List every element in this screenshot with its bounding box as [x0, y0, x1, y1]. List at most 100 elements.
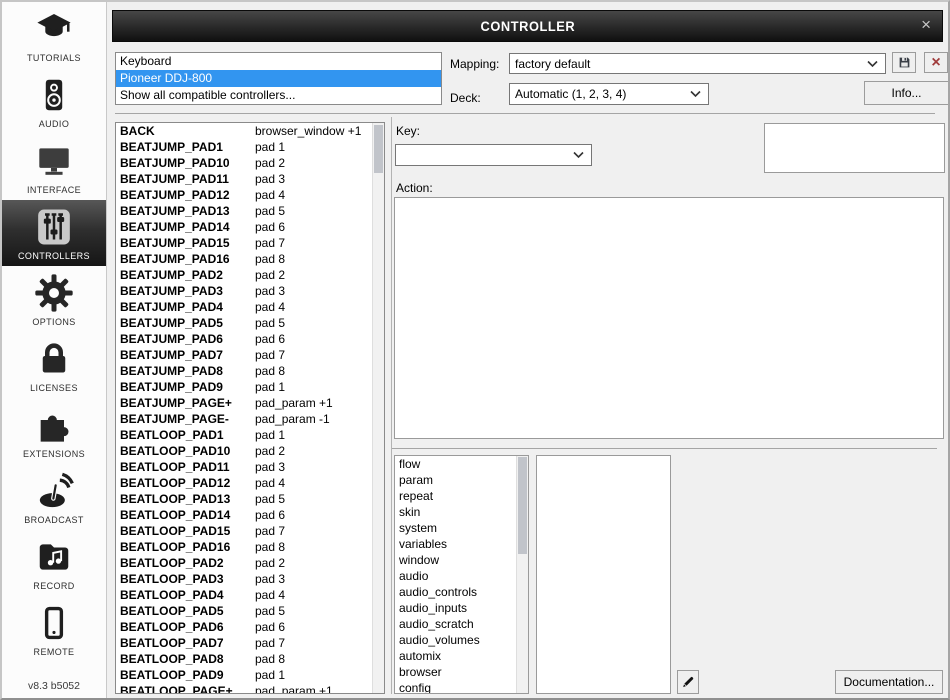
sidebar-item-audio[interactable]: AUDIO: [2, 68, 106, 134]
key-mapping-row[interactable]: BACKbrowser_window +1: [116, 123, 384, 139]
info-button[interactable]: Info...: [864, 81, 949, 105]
category-scrollbar[interactable]: [516, 456, 528, 693]
action-category-item[interactable]: config: [395, 680, 528, 694]
key-mapping-row[interactable]: BEATLOOP_PAD14pad 6: [116, 507, 384, 523]
mapping-action: pad 8: [255, 651, 285, 667]
controller-option[interactable]: Pioneer DDJ-800: [116, 70, 441, 87]
key-mapping-row[interactable]: BEATLOOP_PAD12pad 4: [116, 475, 384, 491]
controller-option[interactable]: Keyboard: [116, 53, 441, 70]
mapping-action: pad 4: [255, 587, 285, 603]
save-mapping-button[interactable]: [892, 52, 916, 73]
sidebar-item-broadcast[interactable]: BROADCAST: [2, 464, 106, 530]
mixer-sliders-icon: [34, 206, 74, 248]
action-editor[interactable]: [394, 197, 944, 439]
key-mapping-row[interactable]: BEATJUMP_PAD12pad 4: [116, 187, 384, 203]
action-category-item[interactable]: browser: [395, 664, 528, 680]
mapping-action: pad 1: [255, 379, 285, 395]
documentation-button[interactable]: Documentation...: [835, 670, 943, 694]
key-mapping-row[interactable]: BEATLOOP_PAD16pad 8: [116, 539, 384, 555]
action-category-item[interactable]: audio_inputs: [395, 600, 528, 616]
key-mapping-row[interactable]: BEATJUMP_PAD10pad 2: [116, 155, 384, 171]
action-category-item[interactable]: automix: [395, 648, 528, 664]
action-category-item[interactable]: audio_scratch: [395, 616, 528, 632]
key-mapping-row[interactable]: BEATJUMP_PAD11pad 3: [116, 171, 384, 187]
close-icon[interactable]: ×: [921, 16, 931, 33]
mapping-key: BEATJUMP_PAD6: [116, 331, 255, 347]
action-category-item[interactable]: variables: [395, 536, 528, 552]
sidebar-item-interface[interactable]: INTERFACE: [2, 134, 106, 200]
mapping-key: BEATJUMP_PAD11: [116, 171, 255, 187]
mapping-key: BEATLOOP_PAD8: [116, 651, 255, 667]
key-mapping-row[interactable]: BEATJUMP_PAD9pad 1: [116, 379, 384, 395]
key-mapping-row[interactable]: BEATJUMP_PAD14pad 6: [116, 219, 384, 235]
mapping-action: pad 1: [255, 139, 285, 155]
mapping-key: BEATJUMP_PAD1: [116, 139, 255, 155]
action-category-item[interactable]: param: [395, 472, 528, 488]
action-category-item[interactable]: repeat: [395, 488, 528, 504]
key-mapping-row[interactable]: BEATLOOP_PAD8pad 8: [116, 651, 384, 667]
key-mapping-row[interactable]: BEATJUMP_PAD16pad 8: [116, 251, 384, 267]
key-mapping-row[interactable]: BEATJUMP_PAD3pad 3: [116, 283, 384, 299]
sidebar-item-label: INTERFACE: [27, 185, 81, 195]
mapping-key: BEATLOOP_PAD12: [116, 475, 255, 491]
key-mapping-row[interactable]: BEATLOOP_PAD5pad 5: [116, 603, 384, 619]
action-category-item[interactable]: audio_volumes: [395, 632, 528, 648]
action-category-item[interactable]: audio: [395, 568, 528, 584]
action-category-item[interactable]: audio_controls: [395, 584, 528, 600]
key-mapping-row[interactable]: BEATJUMP_PAGE+pad_param +1: [116, 395, 384, 411]
key-mapping-row[interactable]: BEATLOOP_PAD7pad 7: [116, 635, 384, 651]
key-mapping-row[interactable]: BEATLOOP_PAD6pad 6: [116, 619, 384, 635]
key-mapping-row[interactable]: BEATLOOP_PAD13pad 5: [116, 491, 384, 507]
mapping-key: BEATLOOP_PAGE+: [116, 683, 255, 694]
key-mapping-row[interactable]: BEATJUMP_PAD2pad 2: [116, 267, 384, 283]
delete-mapping-button[interactable]: ×: [924, 52, 948, 73]
graduation-cap-icon: [34, 8, 74, 50]
key-mapping-row[interactable]: BEATJUMP_PAD1pad 1: [116, 139, 384, 155]
keymap-scrollbar[interactable]: [372, 123, 384, 693]
key-select[interactable]: [395, 144, 592, 166]
key-mapping-row[interactable]: BEATLOOP_PAD9pad 1: [116, 667, 384, 683]
mapping-action: pad 3: [255, 571, 285, 587]
mapping-action: browser_window +1: [255, 123, 361, 139]
key-mapping-row[interactable]: BEATLOOP_PAD3pad 3: [116, 571, 384, 587]
mapping-key: BEATJUMP_PAD7: [116, 347, 255, 363]
sidebar-item-licenses[interactable]: LICENSES: [2, 332, 106, 398]
mapping-action: pad 4: [255, 299, 285, 315]
key-mapping-row[interactable]: BEATLOOP_PAD15pad 7: [116, 523, 384, 539]
version-label: v8.3 b5052: [2, 680, 106, 692]
mapping-key: BEATLOOP_PAD5: [116, 603, 255, 619]
key-mapping-row[interactable]: BEATJUMP_PAGE-pad_param -1: [116, 411, 384, 427]
sidebar-item-options[interactable]: OPTIONS: [2, 266, 106, 332]
key-mapping-row[interactable]: BEATLOOP_PAGE+pad_param +1: [116, 683, 384, 694]
sidebar-item-controllers[interactable]: CONTROLLERS: [2, 200, 106, 266]
keymap-scrollbar-thumb[interactable]: [374, 125, 383, 173]
key-mapping-row[interactable]: BEATLOOP_PAD4pad 4: [116, 587, 384, 603]
mapping-action: pad 6: [255, 331, 285, 347]
key-mapping-row[interactable]: BEATJUMP_PAD15pad 7: [116, 235, 384, 251]
action-category-item[interactable]: system: [395, 520, 528, 536]
mapping-select[interactable]: factory default: [509, 53, 886, 74]
key-mapping-row[interactable]: BEATLOOP_PAD11pad 3: [116, 459, 384, 475]
deck-select[interactable]: Automatic (1, 2, 3, 4): [509, 83, 709, 105]
key-mapping-row[interactable]: BEATLOOP_PAD2pad 2: [116, 555, 384, 571]
key-mapping-row[interactable]: BEATJUMP_PAD5pad 5: [116, 315, 384, 331]
key-mapping-row[interactable]: BEATJUMP_PAD7pad 7: [116, 347, 384, 363]
sidebar-item-remote[interactable]: REMOTE: [2, 596, 106, 662]
key-mapping-row[interactable]: BEATLOOP_PAD10pad 2: [116, 443, 384, 459]
key-mapping-row[interactable]: BEATJUMP_PAD4pad 4: [116, 299, 384, 315]
sidebar-item-tutorials[interactable]: TUTORIALS: [2, 2, 106, 68]
action-category-item[interactable]: window: [395, 552, 528, 568]
mapping-select-value: factory default: [515, 57, 590, 71]
puzzle-icon: [34, 404, 74, 446]
action-category-item[interactable]: skin: [395, 504, 528, 520]
sidebar-item-extensions[interactable]: EXTENSIONS: [2, 398, 106, 464]
key-mapping-row[interactable]: BEATJUMP_PAD8pad 8: [116, 363, 384, 379]
category-scrollbar-thumb[interactable]: [518, 457, 527, 554]
key-mapping-row[interactable]: BEATJUMP_PAD13pad 5: [116, 203, 384, 219]
edit-action-button[interactable]: [677, 670, 699, 694]
key-mapping-row[interactable]: BEATLOOP_PAD1pad 1: [116, 427, 384, 443]
key-mapping-row[interactable]: BEATJUMP_PAD6pad 6: [116, 331, 384, 347]
controller-option[interactable]: Show all compatible controllers...: [116, 87, 441, 104]
action-category-item[interactable]: flow: [395, 456, 528, 472]
sidebar-item-record[interactable]: RECORD: [2, 530, 106, 596]
